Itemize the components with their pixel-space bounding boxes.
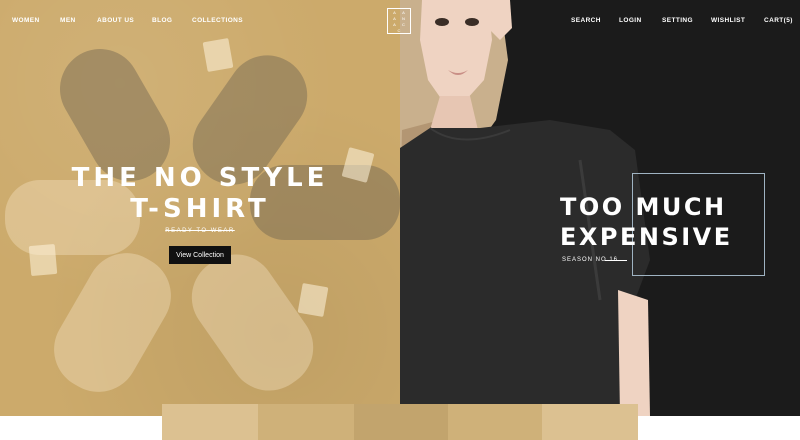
view-collection-button[interactable]: View Collection [169, 246, 231, 264]
logo-letter: A [393, 9, 396, 15]
hang-tag [297, 282, 329, 318]
hang-tag [202, 37, 234, 73]
logo-letter: A [402, 9, 405, 15]
logo-letter: A [393, 15, 396, 21]
nav-women[interactable]: WOMEN [12, 17, 40, 24]
color-swatch[interactable] [258, 404, 354, 440]
promo-title-line2: EXPENSIVE [560, 223, 733, 251]
logo-letter: C [397, 27, 401, 33]
nav-blog[interactable]: BLOG [152, 17, 172, 24]
nav-login[interactable]: LOGIN [619, 17, 642, 24]
season-underline [605, 260, 627, 261]
nav-men[interactable]: MEN [60, 17, 76, 24]
hero-title-line1: THE NO STYLE [71, 163, 329, 193]
left-hero-panel: THE NO STYLE T-SHIRT READY TO WEAR View … [0, 0, 400, 416]
promo-title-line1: TOO MUCH [560, 193, 727, 221]
color-swatch[interactable] [354, 404, 448, 440]
right-hero-panel: TOO MUCH EXPENSIVE SEASON NO.16 [400, 0, 800, 416]
nav-wishlist[interactable]: WISHLIST [711, 17, 745, 24]
nav-setting[interactable]: SETTING [662, 17, 693, 24]
brand-logo[interactable]: A A A N A C C [387, 8, 411, 34]
nav-search[interactable]: SEARCH [571, 17, 601, 24]
nav-collections[interactable]: COLLECTIONS [192, 17, 243, 24]
hero-subtitle: READY TO WEAR [165, 228, 235, 234]
hero-banner: THE NO STYLE T-SHIRT READY TO WEAR View … [0, 0, 800, 416]
color-swatch[interactable] [448, 404, 542, 440]
nav-cart[interactable]: CART(5) [764, 17, 793, 24]
hero-title-line2: T-SHIRT [130, 194, 270, 224]
logo-letter: C [402, 21, 405, 27]
nav-about-us[interactable]: ABOUT US [97, 17, 134, 24]
logo-letter: A [393, 21, 396, 27]
color-swatch[interactable] [542, 404, 638, 440]
hang-tag [28, 243, 58, 277]
logo-letter: N [402, 15, 405, 21]
color-swatch[interactable] [162, 404, 258, 440]
